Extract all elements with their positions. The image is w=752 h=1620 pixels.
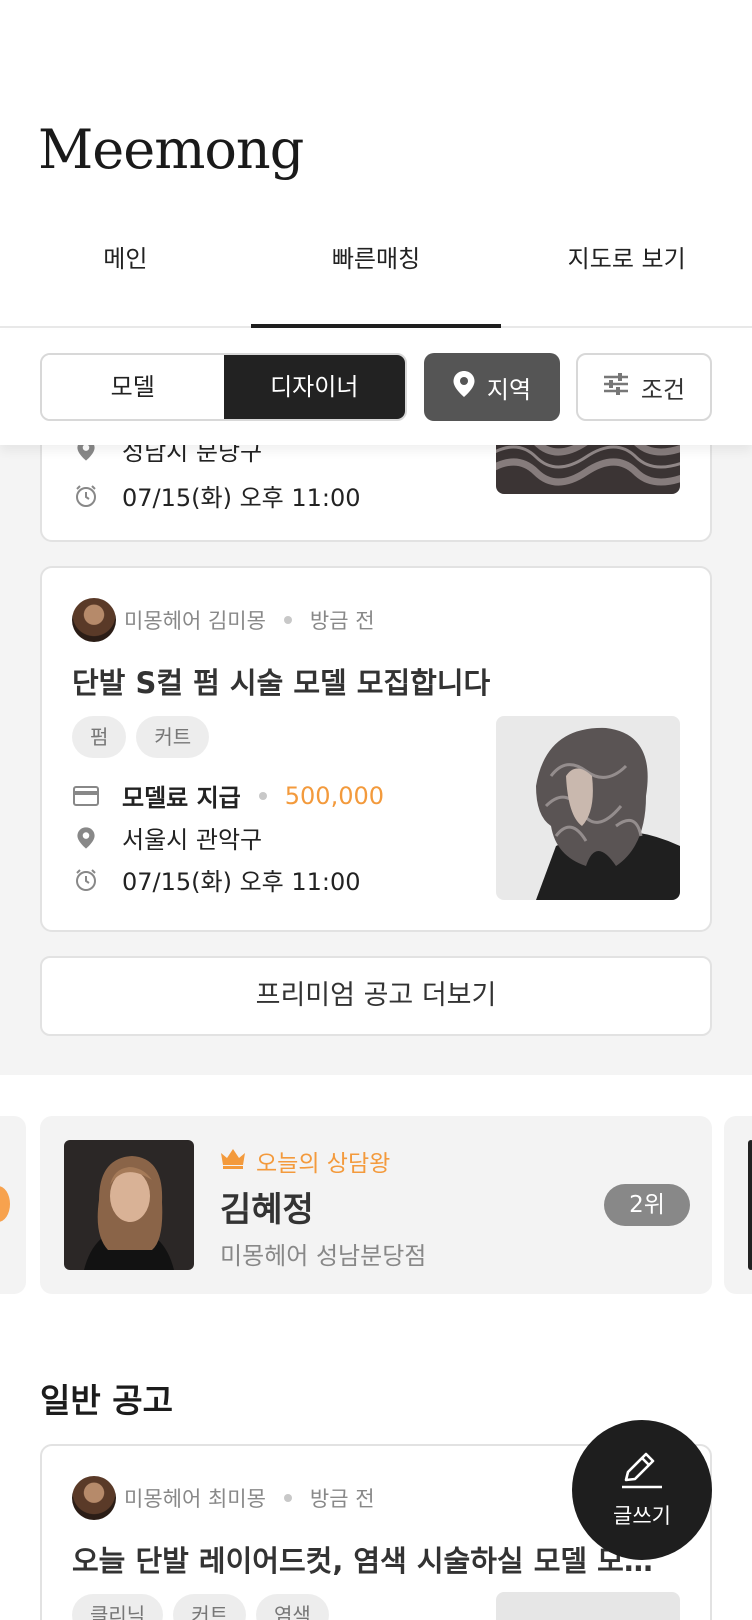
alarm-clock-icon: [72, 868, 100, 892]
role-segment-control: 모델 디자이너: [40, 353, 407, 421]
tag-chip: 커트: [173, 1594, 247, 1620]
post-location: 서울시 관악구: [122, 826, 263, 854]
counselor-badge: 오늘의 상담왕: [220, 1144, 390, 1178]
tag-chip: 펌: [72, 716, 127, 758]
tag-chip: 커트: [136, 716, 210, 758]
separator-dot: [283, 1494, 292, 1502]
post-title: 오늘 단발 레이어드컷, 염색 시술하실 모델 모집합니다: [72, 1544, 662, 1578]
condition-filter-button[interactable]: 조건: [576, 353, 712, 421]
location-pin-icon: [72, 826, 100, 849]
filter-bar: 모델 디자이너 지역 조건: [0, 330, 752, 445]
tag-chip: 염색: [256, 1594, 329, 1620]
avatar: [72, 598, 116, 642]
crown-icon: [220, 1147, 246, 1175]
tab-map-view[interactable]: 지도로 보기: [501, 238, 752, 326]
write-post-label: 글쓰기: [613, 1504, 671, 1528]
counselor-name: 김혜정: [220, 1190, 314, 1230]
credit-card-icon: [72, 785, 100, 806]
write-post-button[interactable]: 글쓰기: [572, 1420, 712, 1560]
carousel-next-edge: [748, 1140, 752, 1270]
counselor-shop: 미몽헤어 성남분당점: [220, 1242, 427, 1270]
post-datetime: 07/15(화) 오후 11:00: [122, 868, 361, 896]
tab-main[interactable]: 메인: [0, 238, 251, 326]
counselor-badge-label: 오늘의 상담왕: [256, 1151, 391, 1177]
segment-designer[interactable]: 디자이너: [223, 355, 405, 419]
rank-badge: 2위: [604, 1184, 690, 1226]
post-author-row: 미몽헤어 김미몽 방금 전: [72, 598, 375, 642]
post-datetime-row: 07/15(화) 오후 11:00: [72, 862, 361, 897]
post-thumbnail: [496, 1592, 680, 1620]
app-header: Meemong 메인 빠른매칭 지도로 보기: [0, 0, 752, 330]
post-time-ago: 방금 전: [309, 609, 375, 633]
post-fee-row: 모델료 지급 500,000: [72, 778, 384, 813]
separator-dot: [283, 616, 292, 624]
post-datetime-row: 07/15(화) 오후 11:00: [72, 478, 361, 513]
counselor-photo: [64, 1140, 194, 1270]
region-filter-label: 지역: [486, 375, 532, 404]
post-datetime: 07/15(화) 오후 11:00: [122, 484, 361, 512]
post-tags: 클리닉 커트 염색: [72, 1594, 329, 1620]
premium-post-card[interactable]: 미몽헤어 김미몽 방금 전 단발 S컬 펌 시술 모델 모집합니다 펌 커트 모…: [40, 566, 712, 932]
post-author: 미몽헤어 김미몽: [124, 609, 266, 633]
top-tabs: 메인 빠른매칭 지도로 보기: [0, 238, 752, 328]
post-thumbnail: [496, 716, 680, 900]
sliders-icon: [603, 372, 629, 402]
condition-filter-label: 조건: [640, 375, 686, 404]
tab-quick-match[interactable]: 빠른매칭: [250, 238, 502, 328]
app-logo: Meemong: [38, 118, 304, 181]
pencil-icon: [620, 1450, 664, 1494]
alarm-clock-icon: [72, 484, 100, 508]
post-fee-value: 500,000: [284, 781, 385, 810]
avatar: [72, 1476, 116, 1520]
post-tags: 펌 커트: [72, 716, 210, 758]
separator-dot: [258, 791, 267, 800]
post-author: 미몽헤어 최미몽: [124, 1487, 266, 1511]
section-title-general: 일반 공고: [40, 1381, 173, 1420]
post-author-row: 미몽헤어 최미몽 방금 전: [72, 1476, 375, 1520]
tag-chip: 클리닉: [72, 1594, 164, 1620]
location-pin-icon: [453, 371, 475, 403]
premium-more-button[interactable]: 프리미엄 공고 더보기: [40, 956, 712, 1036]
post-location-row: 서울시 관악구: [72, 820, 262, 855]
post-title: 단발 S컬 펌 시술 모델 모집합니다: [72, 666, 491, 700]
top-counselor-card[interactable]: 오늘의 상담왕 김혜정 미몽헤어 성남분당점 2위: [40, 1116, 712, 1294]
region-filter-button[interactable]: 지역: [424, 353, 560, 421]
segment-model[interactable]: 모델: [42, 355, 224, 419]
post-time-ago: 방금 전: [309, 1487, 375, 1511]
post-fee-label: 모델료 지급: [122, 784, 241, 812]
